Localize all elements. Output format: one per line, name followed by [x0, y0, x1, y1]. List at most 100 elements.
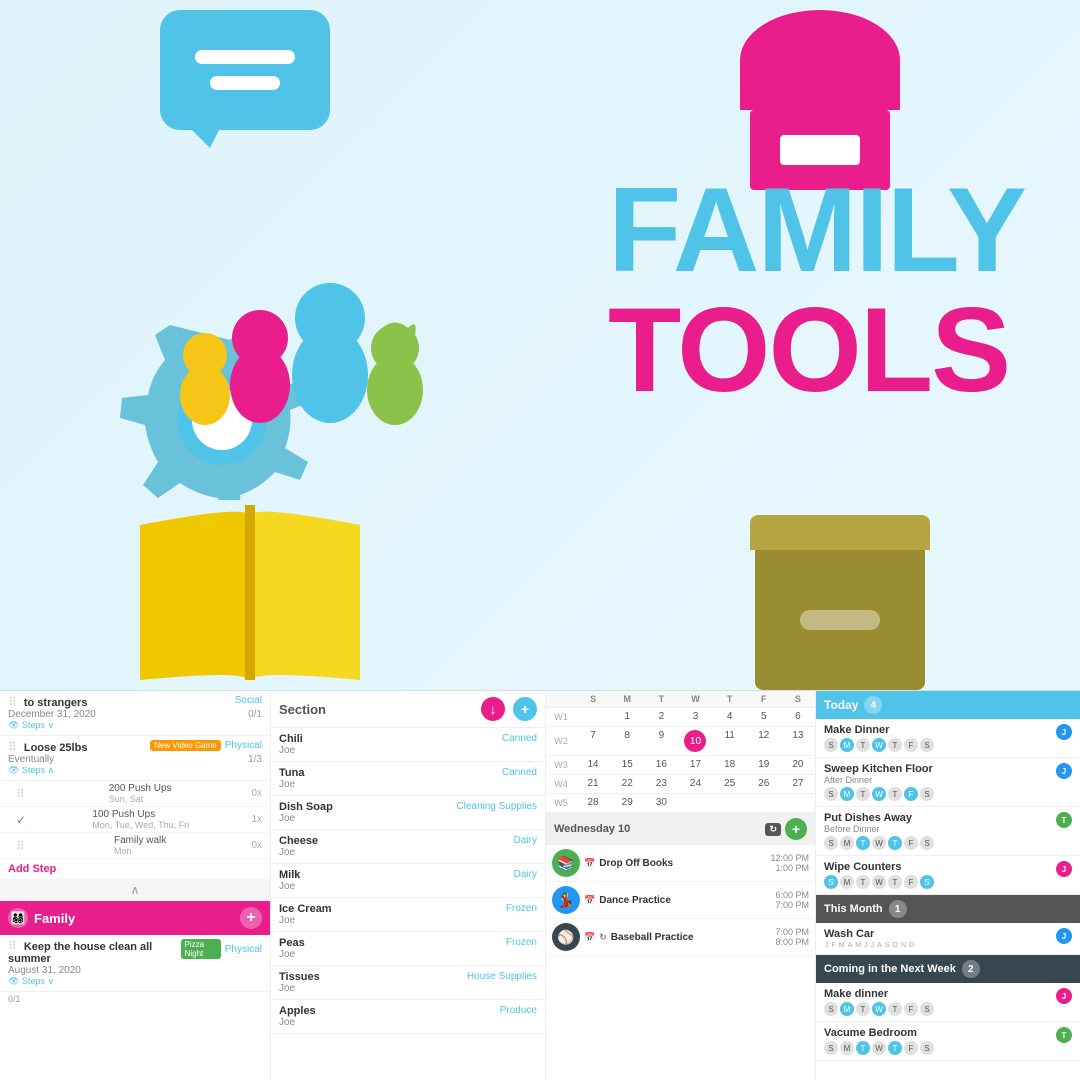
cal-row-4: W5282930.... [546, 794, 815, 813]
family-steps-toggle[interactable]: 👁 Steps ∨ [8, 976, 262, 987]
cal-day-12[interactable]: 12 [747, 727, 781, 755]
shopping-item-8[interactable]: Apples Joe Produce [271, 1000, 545, 1034]
cal-day-1[interactable]: 1 [610, 708, 644, 726]
shopping-panel: Section ↓ + Chili Joe Canned Tuna Joe Ca… [270, 690, 545, 1080]
shopping-item-6[interactable]: Peas Joe Frozen [271, 932, 545, 966]
cal-day-8[interactable]: 8 [610, 727, 644, 755]
cal-day-18[interactable]: 18 [713, 756, 747, 774]
steps-toggle-2[interactable]: 👁 Steps ∧ [8, 765, 262, 776]
coming-task-0[interactable]: Make dinner SMTWTFS J [816, 983, 1080, 1022]
cal-day-14[interactable]: 14 [576, 756, 610, 774]
book-icon [140, 505, 360, 680]
event-item-0[interactable]: 📚 📅 Drop Off Books 12:00 PM 1:00 PM [546, 845, 815, 882]
today-task-0[interactable]: Make Dinner SMTWTFS J [816, 719, 1080, 758]
cal-day-20[interactable]: 20 [781, 756, 815, 774]
cal-day-28[interactable]: 28 [576, 794, 610, 812]
cal-day-23[interactable]: 23 [644, 775, 678, 793]
recurring-icon: ↻ [765, 823, 781, 836]
sort-button[interactable]: ↓ [481, 697, 505, 721]
month-task-0[interactable]: Wash Car JFMAMJJASOND J [816, 923, 1080, 955]
cal-row-0: W1.123456 [546, 708, 815, 727]
calendar-events-list: 📚 📅 Drop Off Books 12:00 PM 1:00 PM 💃 📅 … [546, 845, 815, 956]
shopping-item-2[interactable]: Dish Soap Joe Cleaning Supplies [271, 796, 545, 830]
day-header-t1: T [644, 691, 678, 707]
cal-day-10[interactable]: 10 [678, 727, 712, 755]
cal-day-22[interactable]: 22 [610, 775, 644, 793]
cal-day-2[interactable]: 2 [644, 708, 678, 726]
today-task-1[interactable]: Sweep Kitchen Floor After Dinner SMTWTFS… [816, 758, 1080, 807]
cal-day-15[interactable]: 15 [610, 756, 644, 774]
calendar-panel: S M T W T F S W1.123456W278910111213W314… [545, 690, 815, 1080]
cal-row-2: W314151617181920 [546, 756, 815, 775]
week-label-2: W3 [546, 756, 576, 774]
cal-row-3: W421222324252627 [546, 775, 815, 794]
family-icon: 👨‍👩‍👧‍👦 [8, 908, 28, 928]
cal-day-empty-4-6: . [747, 794, 781, 812]
cal-day-9[interactable]: 9 [644, 727, 678, 755]
today-tasks-list: Make Dinner SMTWTFS J Sweep Kitchen Floo… [816, 719, 1080, 895]
shopping-item-3[interactable]: Cheese Joe Dairy [271, 830, 545, 864]
goals-panel: ⠿ to strangers Social December 31, 2020 … [0, 690, 270, 1080]
week-col-header [546, 691, 576, 707]
family-goal-badge: Pizza Night [181, 939, 221, 959]
event-item-1[interactable]: 💃 📅 Dance Practice 6:00 PM 7:00 PM [546, 882, 815, 919]
collapse-button[interactable]: ∧ [0, 879, 270, 901]
month-count-badge: 1 [889, 900, 907, 918]
shopping-items-list: Chili Joe Canned Tuna Joe Canned Dish So… [271, 728, 545, 1034]
event-dot-2: ⚾ [552, 923, 580, 951]
today-task-3[interactable]: Wipe Counters SMTWTFS J [816, 856, 1080, 895]
add-step-button[interactable]: Add Step [0, 859, 270, 879]
event-item-2[interactable]: ⚾ 📅 ↻ Baseball Practice 7:00 PM 8:00 PM [546, 919, 815, 956]
add-item-button[interactable]: + [513, 697, 537, 721]
goal-item-1[interactable]: ⠿ to strangers Social December 31, 2020 … [0, 691, 270, 736]
title-family: FAMILY [608, 170, 1025, 290]
day-header-m: M [610, 691, 644, 707]
app-title: FAMILY TOOLS [608, 170, 1025, 410]
goal-item-2[interactable]: ⠿ Loose 25lbs New Video Game Physical Ev… [0, 736, 270, 781]
cal-day-16[interactable]: 16 [644, 756, 678, 774]
today-task-2[interactable]: Put Dishes Away Before Dinner SMTWTFS T [816, 807, 1080, 856]
shopping-item-0[interactable]: Chili Joe Canned [271, 728, 545, 762]
month-tasks-list: Wash Car JFMAMJJASOND J [816, 923, 1080, 955]
step-item-2[interactable]: ✓ 100 Push Ups Mon, Tue, Wed, Thu, Fri 1… [0, 807, 270, 833]
section-label: Section [279, 702, 326, 717]
shopping-item-5[interactable]: Ice Cream Joe Frozen [271, 898, 545, 932]
cal-day-21[interactable]: 21 [576, 775, 610, 793]
cal-day-7[interactable]: 7 [576, 727, 610, 755]
cal-day-13[interactable]: 13 [781, 727, 815, 755]
cal-row-1: W278910111213 [546, 727, 815, 756]
day-header-s1: S [576, 691, 610, 707]
cal-day-19[interactable]: 19 [747, 756, 781, 774]
cal-day-5[interactable]: 5 [747, 708, 781, 726]
add-event-button[interactable]: + [785, 818, 807, 840]
cal-day-25[interactable]: 25 [713, 775, 747, 793]
tasks-panel: Today 4 Make Dinner SMTWTFS J Sweep Kitc… [815, 690, 1080, 1080]
steps-toggle-1[interactable]: 👁 Steps ∨ [8, 720, 262, 731]
step-item-1[interactable]: ⠿ 200 Push Ups Sun, Sat 0x [0, 781, 270, 807]
family-section-header: 👨‍👩‍👧‍👦 Family + [0, 901, 270, 935]
cal-day-24[interactable]: 24 [678, 775, 712, 793]
calendar-header: S M T W T F S [546, 691, 815, 708]
cal-day-4[interactable]: 4 [713, 708, 747, 726]
goal-badge: New Video Game [150, 740, 221, 751]
family-figures-svg [60, 140, 440, 500]
cal-day-empty-4-7: . [781, 794, 815, 812]
step-item-3[interactable]: ⠿ Family walk Mon 0x [0, 833, 270, 859]
cal-day-30[interactable]: 30 [644, 794, 678, 812]
day-header-s2: S [781, 691, 815, 707]
cal-day-11[interactable]: 11 [713, 727, 747, 755]
shopping-item-1[interactable]: Tuna Joe Canned [271, 762, 545, 796]
week-label-0: W1 [546, 708, 576, 726]
cal-day-26[interactable]: 26 [747, 775, 781, 793]
coming-task-1[interactable]: Vacume Bedroom SMTWTFS T [816, 1022, 1080, 1061]
cal-day-29[interactable]: 29 [610, 794, 644, 812]
cal-day-6[interactable]: 6 [781, 708, 815, 726]
cal-day-17[interactable]: 17 [678, 756, 712, 774]
shopping-item-7[interactable]: Tissues Joe House Supplies [271, 966, 545, 1000]
cal-day-27[interactable]: 27 [781, 775, 815, 793]
cal-day-3[interactable]: 3 [678, 708, 712, 726]
shopping-header: Section ↓ + [271, 691, 545, 728]
shopping-item-4[interactable]: Milk Joe Dairy [271, 864, 545, 898]
family-goal-item[interactable]: ⠿ Keep the house clean all summer Pizza … [0, 935, 270, 992]
add-family-goal-button[interactable]: + [240, 907, 262, 929]
